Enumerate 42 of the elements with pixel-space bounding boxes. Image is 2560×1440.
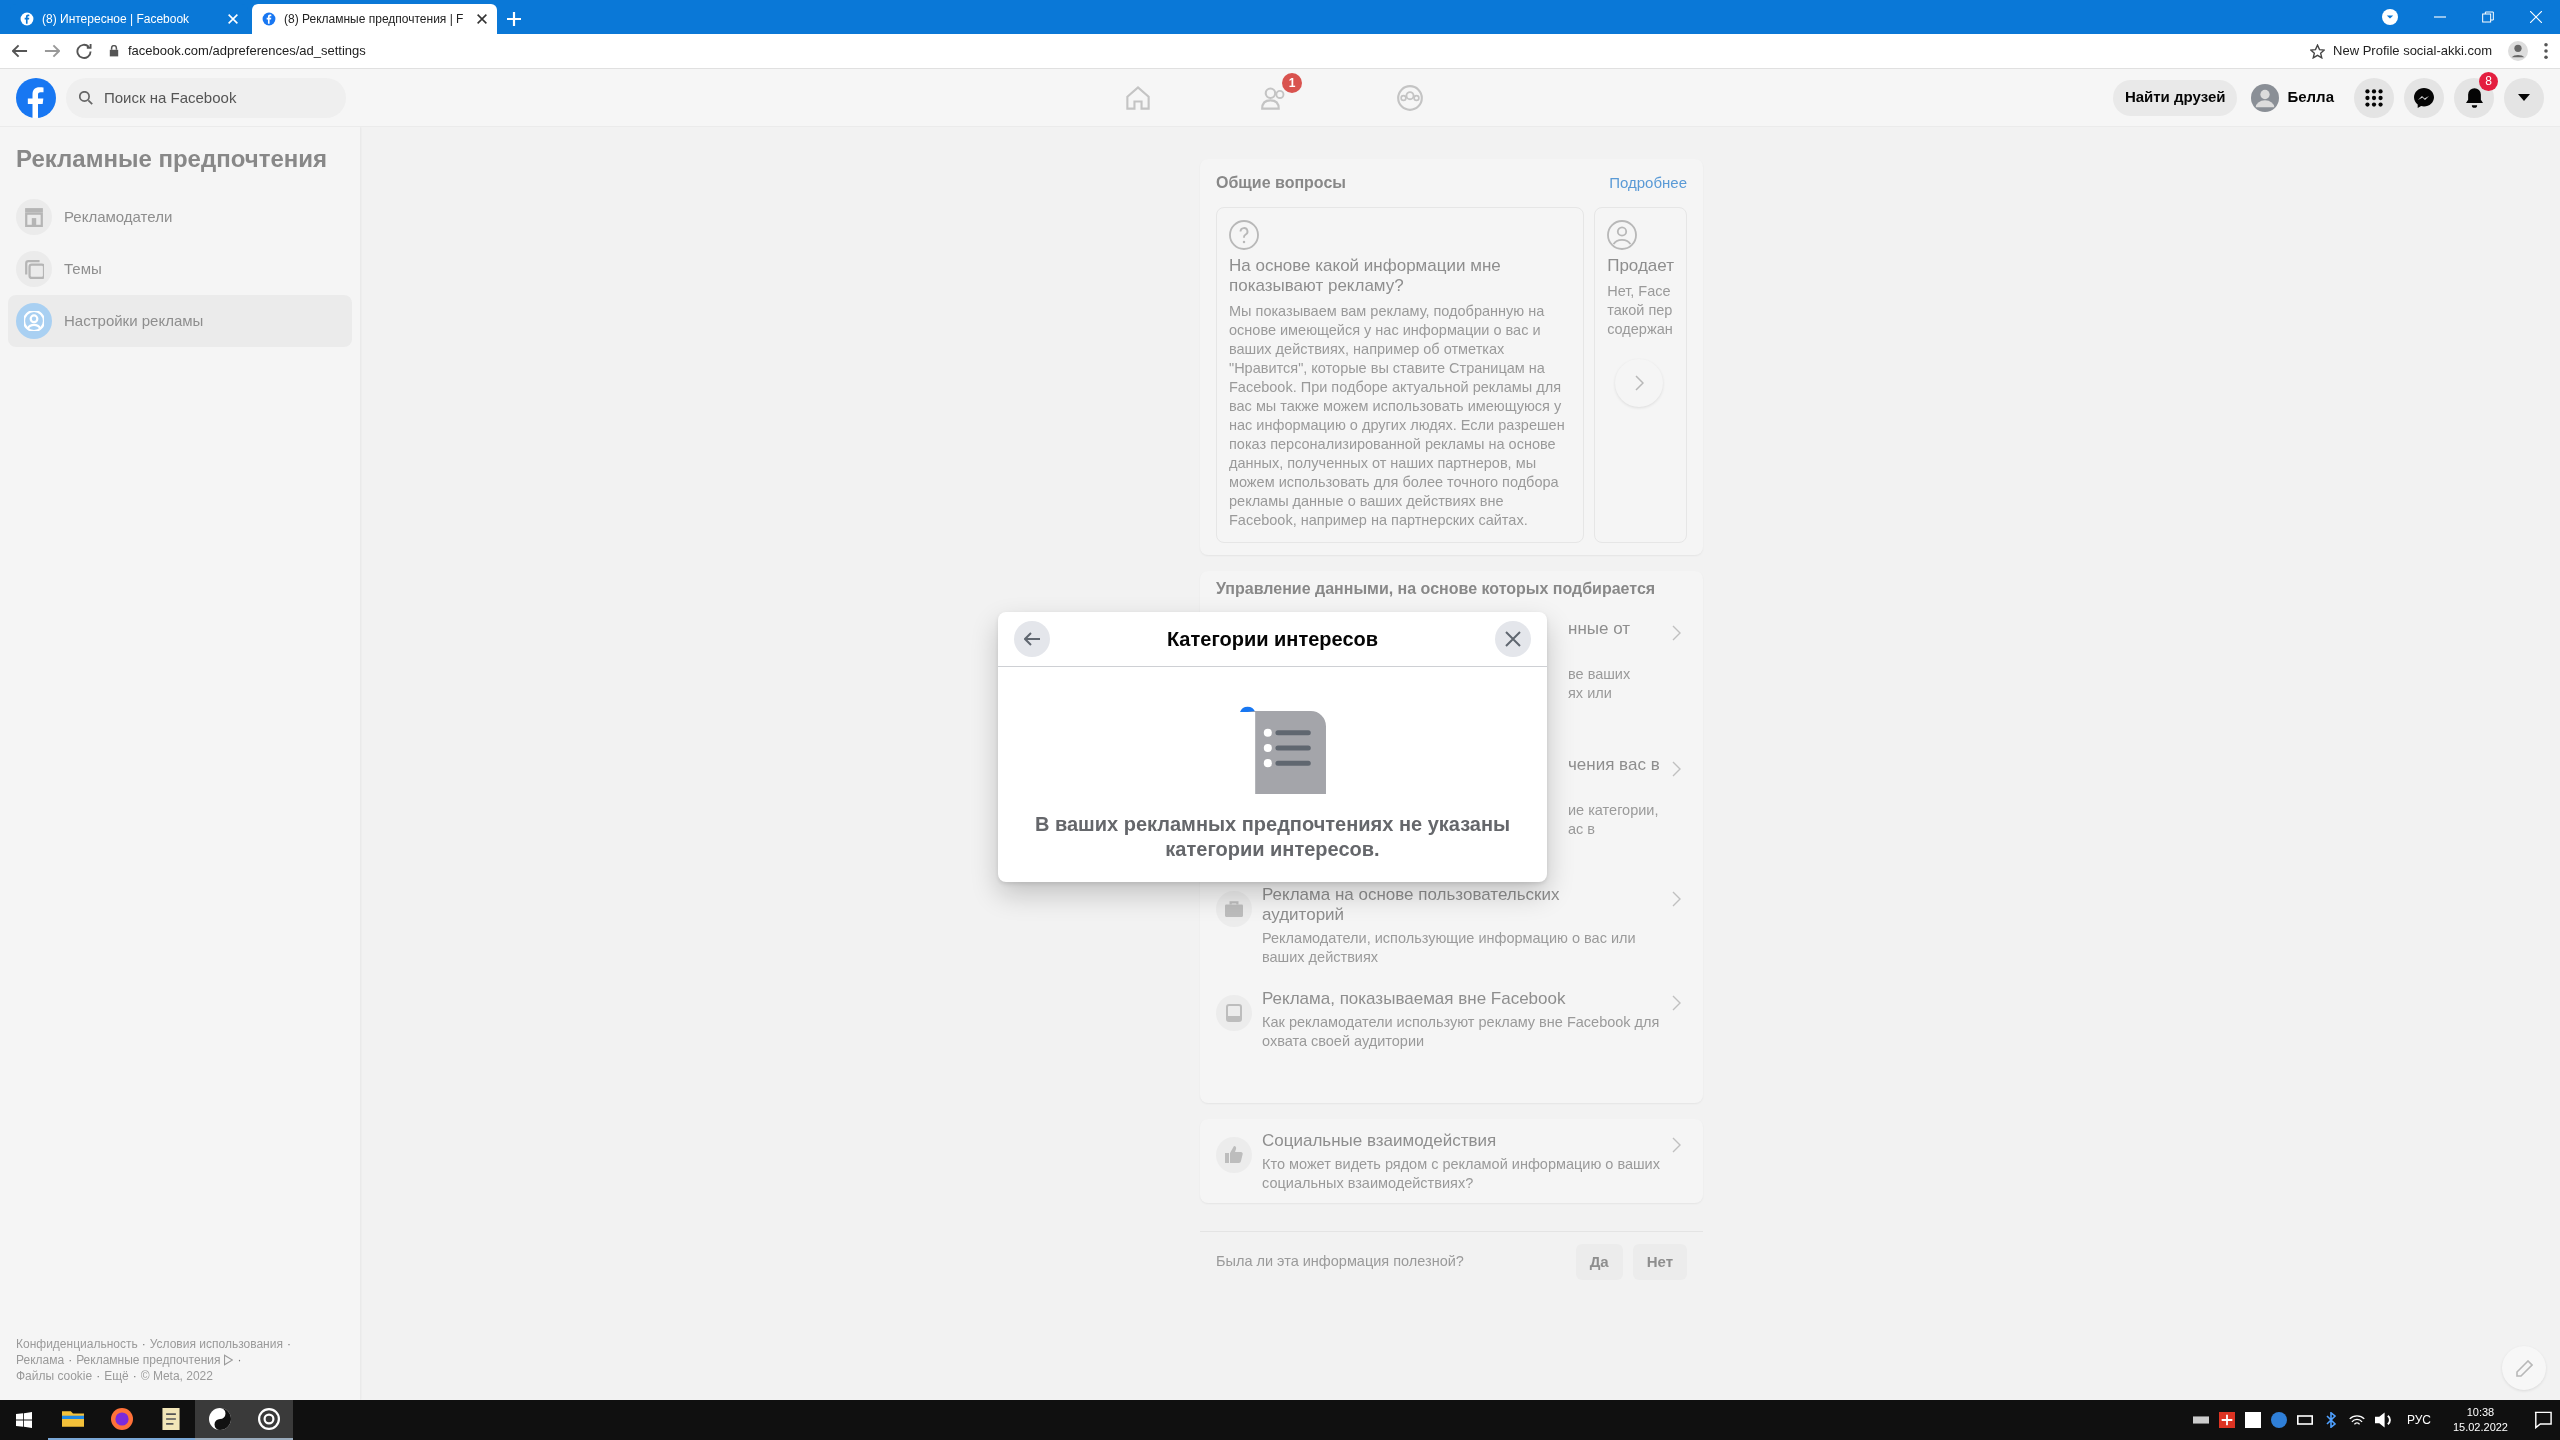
user-name: Белла [2287,87,2334,108]
separator-text: · [132,1368,137,1384]
tab-title: (8) Интересное | Facebook [42,11,191,28]
separator-text: · [96,1368,101,1384]
section-title: Общие вопросы [1216,173,1346,193]
separator-text: · [286,1336,291,1352]
notification-badge: 8 [2479,71,2498,91]
separator-text: · [68,1352,73,1368]
answer-text: Мы показываем вам рекламу, подобранную на основе имеющейся у нас информации о вас и ваших действиях, например об отметках "Нравится", которые вы ставите Страницам на Facebook. При подборе актуальной рекламы для вас мы также можем использовать имеющуюся у нас информацию о других людях. Если разрешен показ персонализированной рекламы на основе данных, полученных от наших партнеров, мы можем использовать для более точного подбора рекламы данные о ваших действиях вне Facebook, например на партнерских сайтах. [1229,302,1566,530]
row-title: нные от [1568,619,1632,639]
row-description: ие категории, [1568,801,1660,820]
url-text: facebook.com/adpreferences/ad_settings [128,42,366,61]
row-description: Кто может видеть рядом с рекламой информацию о ваших социальных взаимодействиях? [1262,1155,1661,1193]
row-description: ве ваших [1568,665,1632,684]
answer-text: Нет, Face [1607,282,1672,301]
row-title: Реклама на основе пользовательских аудиторий [1262,885,1561,925]
sidebar-label: Темы [64,258,102,279]
empty-state-message: В ваших рекламных предпочтениях не указаны категории интересов. [1033,812,1512,862]
question-title: Продает [1607,256,1674,276]
tab-title: (8) Рекламные предпочтения | F [284,11,464,28]
row-description: ас в [1568,820,1597,839]
answer-text: такой пер [1607,301,1674,320]
row-title: чения вас в [1568,755,1661,775]
date-text: 15.02.2022 [2452,1420,2508,1435]
row-title: Реклама, показываемая вне Facebook [1262,989,1567,1009]
row-description: Рекламодатели, использующие информацию о вас или ваших действиях [1262,929,1637,967]
sidebar-label: Настройки рекламы [64,310,204,331]
row-description: Как рекламодатели используют рекламу вне Facebook для охвата своей аудитории [1262,1013,1661,1051]
sidebar-label: Рекламодатели [64,206,173,227]
dialog-title: Категории интересов [1166,627,1379,652]
time-text: 10:38 [2466,1405,2495,1420]
sidebar-title: Рекламные предпочтения [15,144,328,174]
row-description: ях или [1568,684,1613,703]
feedback-question: Была ли эта информация полезной? [1216,1252,1465,1272]
answer-text: содержан [1607,320,1674,339]
profile-label: New Profile social-akki.com [2333,42,2492,61]
section-title: Управление данными, на основе которых подбирается [1216,579,1657,599]
row-title: Социальные взаимодействия [1262,1131,1498,1151]
question-title: На основе какой информации мне показывают рекламу? [1229,256,1502,296]
separator-text: · [141,1336,146,1352]
separator-text: · [237,1352,242,1368]
notification-badge: 1 [1282,73,1302,93]
